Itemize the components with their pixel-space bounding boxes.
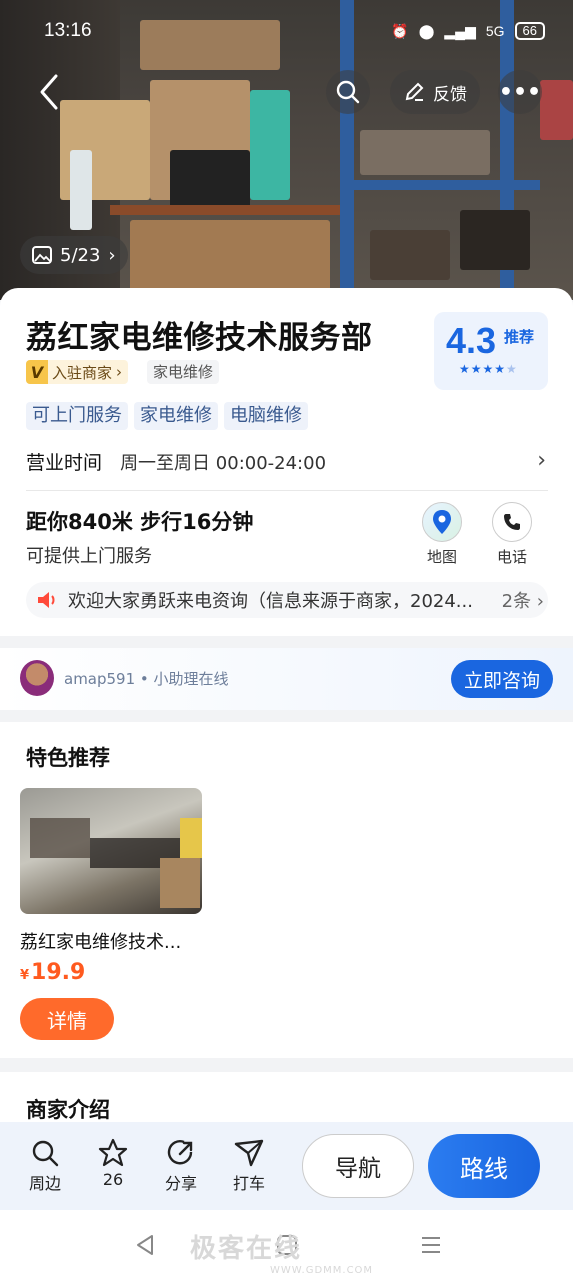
edit-icon (405, 82, 424, 101)
taxi-icon (234, 1139, 264, 1167)
watermark: 极客在线 WWW.GDMM.COM (190, 1234, 374, 1276)
featured-item-name[interactable]: 荔红家电维修技术... (20, 928, 181, 954)
merchant-v-icon: V (26, 360, 48, 384)
divider (26, 490, 548, 491)
tag: 可上门服务 (26, 402, 128, 430)
taxi-button[interactable]: 打车 (224, 1136, 274, 1194)
avatar (20, 660, 54, 696)
business-hours-row[interactable]: 营业时间 周一至周日 00:00-24:00 › (26, 448, 548, 475)
map-label: 地图 (426, 548, 457, 566)
nav-menu-icon[interactable] (420, 1234, 442, 1256)
status-time: 13:16 (44, 20, 92, 41)
rating-score: 4.3 (446, 320, 497, 361)
back-button[interactable] (34, 72, 64, 112)
feedback-label: 反馈 (433, 84, 467, 105)
chevron-right-icon: › (116, 363, 123, 381)
notice-bar[interactable]: 欢迎大家勇跃来电资询（信息来源于商家，2024... 2条 › (26, 582, 548, 618)
navigate-button[interactable]: 导航 (302, 1134, 414, 1198)
distance-text: 距你840米 步行16分钟 (26, 510, 254, 534)
map-button[interactable]: 地图 (419, 502, 465, 567)
poi-name: 荔红家电维修技术服务部 (26, 320, 373, 356)
chevron-left-icon (40, 74, 58, 110)
detail-button[interactable]: 详情 (20, 998, 114, 1040)
image-icon (32, 246, 52, 264)
tag: 电脑维修 (224, 402, 308, 430)
status-bar: 13:16 ⏰ ⬤ ▂▄▆ 5G 66 (0, 0, 573, 64)
phone-label: 电话 (496, 548, 527, 566)
more-button[interactable]: ••• (498, 70, 542, 114)
favorite-count: 26 (102, 1170, 124, 1189)
notice-text: 欢迎大家勇跃来电资询（信息来源于商家，2024... (68, 591, 473, 612)
photo-counter-text: 5/23 (60, 244, 101, 266)
chevron-right-icon: › (108, 244, 116, 266)
currency-symbol: ¥ (20, 968, 30, 983)
speaker-icon (38, 592, 55, 608)
featured-item-image[interactable] (20, 788, 202, 914)
featured-section: 特色推荐 荔红家电维修技术... ¥19.9 详情 (0, 722, 573, 1058)
battery-indicator: 66 (514, 22, 545, 40)
bottom-toolbar: 周边 26 分享 打车 导航 路线 (0, 1122, 573, 1210)
screen: 13:16 ⏰ ⬤ ▂▄▆ 5G 66 反馈 ••• 5/23 › 荔红家电维修… (0, 0, 573, 1280)
poi-card: 荔红家电维修技术服务部 4.3 推荐 ★★★★★ V 入驻商家 › 家电维修 可… (0, 288, 573, 636)
service-tags: 可上门服务 家电维修 电脑维修 (26, 402, 308, 430)
hours-value: 周一至周日 00:00-24:00 (120, 453, 327, 474)
nav-back-icon[interactable] (134, 1234, 156, 1256)
notice-count: 2条 › (501, 591, 544, 612)
consult-button[interactable]: 立即咨询 (451, 660, 553, 698)
intro-heading: 商家介绍 (26, 1098, 110, 1122)
map-pin-icon (433, 510, 451, 534)
signal-icon: ▂▄▆ (444, 22, 476, 39)
more-icon: ••• (498, 79, 542, 105)
route-button[interactable]: 路线 (428, 1134, 540, 1198)
service-note: 可提供上门服务 (26, 546, 152, 567)
share-icon (167, 1140, 193, 1165)
merchant-badge[interactable]: V 入驻商家 › (26, 360, 129, 384)
merchant-badge-label: 入驻商家 (52, 363, 113, 382)
network-type: 5G (485, 23, 505, 39)
featured-item-price: ¥19.9 (20, 960, 86, 985)
location-icon: ⬤ (418, 22, 435, 39)
search-icon (336, 80, 360, 104)
category-badge: 家电维修 (147, 360, 220, 384)
search-button[interactable] (326, 70, 370, 114)
assistant-strip: amap591 • 小助理在线 立即咨询 (0, 648, 573, 710)
share-button[interactable]: 分享 (156, 1136, 206, 1194)
assistant-name: amap591 • 小助理在线 (64, 670, 229, 688)
tag: 家电维修 (134, 402, 218, 430)
featured-heading: 特色推荐 (26, 746, 110, 770)
rating-stars: ★★★★★ (459, 362, 518, 376)
rating-box[interactable]: 4.3 推荐 ★★★★★ (434, 312, 548, 390)
star-icon (98, 1138, 128, 1167)
rating-tag: 推荐 (504, 328, 535, 346)
phone-icon (504, 514, 520, 530)
chevron-right-icon: › (537, 448, 546, 473)
photo-counter[interactable]: 5/23 › (20, 236, 128, 274)
nearby-button[interactable]: 周边 (20, 1136, 70, 1194)
favorite-button[interactable]: 26 (88, 1136, 138, 1189)
alarm-icon: ⏰ (391, 22, 409, 39)
system-nav-bar: 极客在线 WWW.GDMM.COM (0, 1210, 573, 1280)
search-icon (32, 1140, 59, 1167)
hours-label: 营业时间 (26, 452, 103, 474)
feedback-button[interactable]: 反馈 (390, 70, 480, 114)
phone-button[interactable]: 电话 (489, 502, 535, 567)
